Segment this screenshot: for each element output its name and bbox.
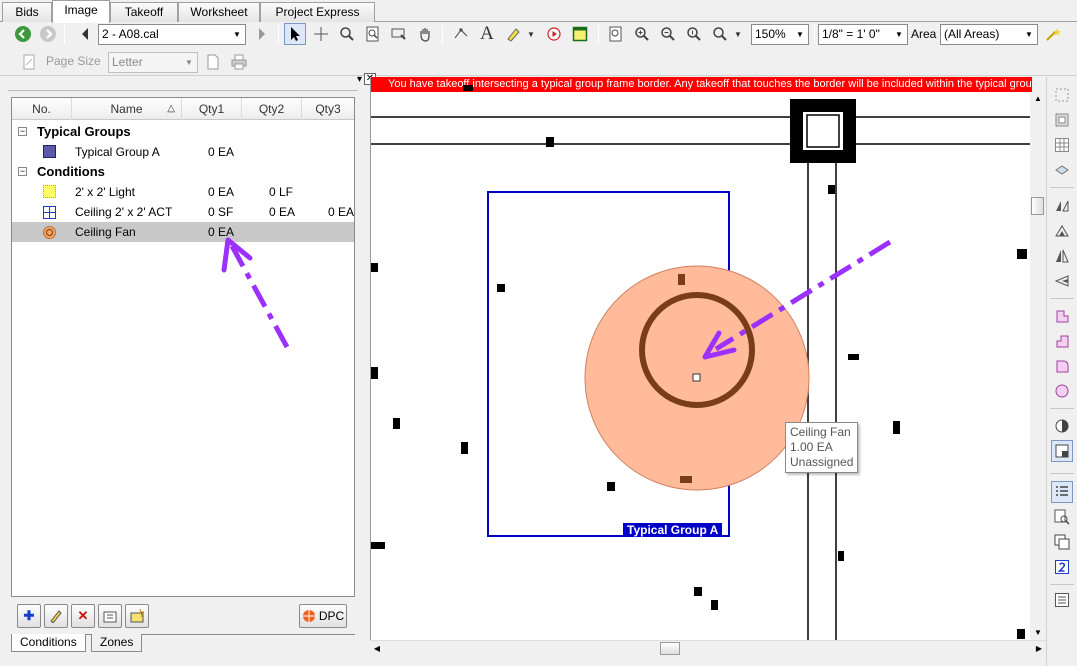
new-page-icon[interactable] xyxy=(202,51,224,73)
pan-hand-icon[interactable] xyxy=(414,23,436,45)
page-size-label: Page Size xyxy=(46,54,101,68)
page-select[interactable]: 2 - A08.cal ▼ xyxy=(98,24,246,45)
conditions-grid: No. Name △ Qty1 Qty2 Qty3 − Typical Grou… xyxy=(11,97,355,597)
tooltip-status: Unassigned xyxy=(790,455,854,469)
shape-tool-2-icon[interactable] xyxy=(1051,330,1073,352)
panel-button-bar: ✚ ✕ DPC xyxy=(11,604,355,630)
zoom-select[interactable]: 150% ▼ xyxy=(751,24,809,45)
panel-tabs: Conditions Zones xyxy=(11,634,355,654)
print-icon[interactable] xyxy=(228,51,250,73)
edit-points-icon[interactable] xyxy=(450,23,472,45)
properties-list-icon[interactable] xyxy=(1051,589,1073,611)
scroll-down-icon[interactable]: ▼ xyxy=(1031,626,1045,640)
tab-conditions[interactable]: Conditions xyxy=(11,634,86,652)
scroll-up-icon[interactable]: ▲ xyxy=(1031,92,1045,106)
tab-bids[interactable]: Bids xyxy=(2,2,52,22)
add-icon[interactable]: ✚ xyxy=(17,604,41,628)
copy-condition-icon[interactable] xyxy=(98,604,122,628)
magic-wand-icon[interactable] xyxy=(1042,23,1064,45)
horizontal-scrollbar[interactable]: ◀ ▶ xyxy=(370,640,1046,657)
chevron-down-icon: ▼ xyxy=(233,30,241,39)
highlight-box-icon[interactable] xyxy=(569,23,591,45)
previous-page-icon[interactable] xyxy=(74,23,96,45)
new-folder-icon[interactable] xyxy=(125,604,149,628)
zoom-custom-icon[interactable] xyxy=(709,23,731,45)
flip-vertical-icon[interactable] xyxy=(1051,270,1073,292)
image-toolbar: 2 - A08.cal ▼ A ▼ ▼ 150% ▼ 1/8" = 1' 0" … xyxy=(0,22,1077,47)
layers-icon[interactable] xyxy=(1051,531,1073,553)
scale-select[interactable]: 1/8" = 1' 0" ▼ xyxy=(818,24,908,45)
tab-project-express[interactable]: Project Express xyxy=(260,2,375,22)
edit-pencil-icon[interactable] xyxy=(44,604,68,628)
zoom-in-icon[interactable] xyxy=(631,23,653,45)
zoom-icon[interactable] xyxy=(336,23,358,45)
floor-plan-drawing xyxy=(371,85,1032,640)
forward-icon[interactable] xyxy=(37,23,59,45)
tab-zones[interactable]: Zones xyxy=(91,634,143,652)
dpc-icon xyxy=(302,610,315,622)
page-size-select[interactable]: Letter ▼ xyxy=(108,52,198,73)
flip-horizontal-icon[interactable] xyxy=(1051,195,1073,217)
area-label: Area xyxy=(911,27,937,41)
record-icon[interactable] xyxy=(543,23,565,45)
chevron-down-icon[interactable]: ▼ xyxy=(731,23,745,45)
page-number-icon[interactable] xyxy=(1051,556,1073,578)
drawing-canvas[interactable]: You have takeoff intersecting a typical … xyxy=(370,77,1032,640)
page-setup-icon[interactable] xyxy=(18,51,40,73)
panel-header: ▾ ✕ xyxy=(8,73,376,91)
chevron-down-icon[interactable]: ▼ xyxy=(524,23,538,45)
chevron-down-icon: ▼ xyxy=(895,30,903,39)
annotation-arrow xyxy=(221,237,290,349)
page-setup-toolbar: Page Size Letter ▼ xyxy=(0,48,1077,76)
vertical-scrollbar[interactable]: ▲ ▼ xyxy=(1030,92,1046,640)
shape-tool-4-icon[interactable] xyxy=(1051,380,1073,402)
tooltip-name: Ceiling Fan xyxy=(790,425,851,439)
grid-tool-icon[interactable] xyxy=(1051,134,1073,156)
scroll-right-icon[interactable]: ▶ xyxy=(1032,642,1046,656)
fit-page-icon[interactable] xyxy=(605,23,627,45)
crosshair-icon[interactable] xyxy=(310,23,332,45)
area-select[interactable]: (All Areas) ▼ xyxy=(940,24,1038,45)
scroll-left-icon[interactable]: ◀ xyxy=(370,642,384,656)
area-tool-icon[interactable] xyxy=(1051,109,1073,131)
text-annotation-icon[interactable]: A xyxy=(476,23,498,45)
contrast-icon[interactable] xyxy=(1051,415,1073,437)
pin-icon[interactable]: ▾ xyxy=(357,74,362,85)
search-page-icon[interactable] xyxy=(1051,506,1073,528)
tab-takeoff[interactable]: Takeoff xyxy=(110,2,178,22)
chevron-down-icon: ▼ xyxy=(796,30,804,39)
delete-icon[interactable]: ✕ xyxy=(71,604,95,628)
chevron-down-icon: ▼ xyxy=(185,58,193,67)
chevron-down-icon: ▼ xyxy=(1025,30,1033,39)
select-pointer-icon[interactable] xyxy=(284,23,306,45)
list-view-icon[interactable] xyxy=(1051,481,1073,503)
select-nodes-icon[interactable] xyxy=(1051,84,1073,106)
main-tab-bar: Bids Image Takeoff Worksheet Project Exp… xyxy=(0,0,1077,23)
tab-worksheet[interactable]: Worksheet xyxy=(178,2,260,22)
shape-tool-3-icon[interactable] xyxy=(1051,355,1073,377)
overlay-toggle-icon[interactable] xyxy=(1051,440,1073,462)
layer-tool-icon[interactable] xyxy=(1051,159,1073,181)
scroll-thumb[interactable] xyxy=(660,642,680,655)
highlighter-icon[interactable] xyxy=(502,23,524,45)
scroll-thumb[interactable] xyxy=(1031,197,1044,215)
conditions-panel: ▾ ✕ No. Name △ Qty1 Qty2 Qty3 − Typical … xyxy=(0,73,376,666)
app-window: Bids Image Takeoff Worksheet Project Exp… xyxy=(0,0,1077,666)
rotate-icon[interactable] xyxy=(1051,220,1073,242)
takeoff-tooltip: Ceiling Fan 1.00 EA Unassigned xyxy=(785,422,859,473)
dpc-button[interactable]: DPC xyxy=(299,604,347,628)
zoom-actual-icon[interactable] xyxy=(683,23,705,45)
zoom-page-icon[interactable] xyxy=(362,23,384,45)
mirror-icon[interactable] xyxy=(1051,245,1073,267)
zoom-window-icon[interactable] xyxy=(388,23,410,45)
tooltip-quantity: 1.00 EA xyxy=(790,440,833,454)
back-icon[interactable] xyxy=(12,23,34,45)
next-page-icon[interactable] xyxy=(251,23,273,45)
tab-image[interactable]: Image xyxy=(52,0,110,23)
drawing-tools-toolbar xyxy=(1046,77,1077,666)
zoom-out-icon[interactable] xyxy=(657,23,679,45)
typical-group-label: Typical Group A xyxy=(623,523,723,537)
shape-tool-1-icon[interactable] xyxy=(1051,305,1073,327)
